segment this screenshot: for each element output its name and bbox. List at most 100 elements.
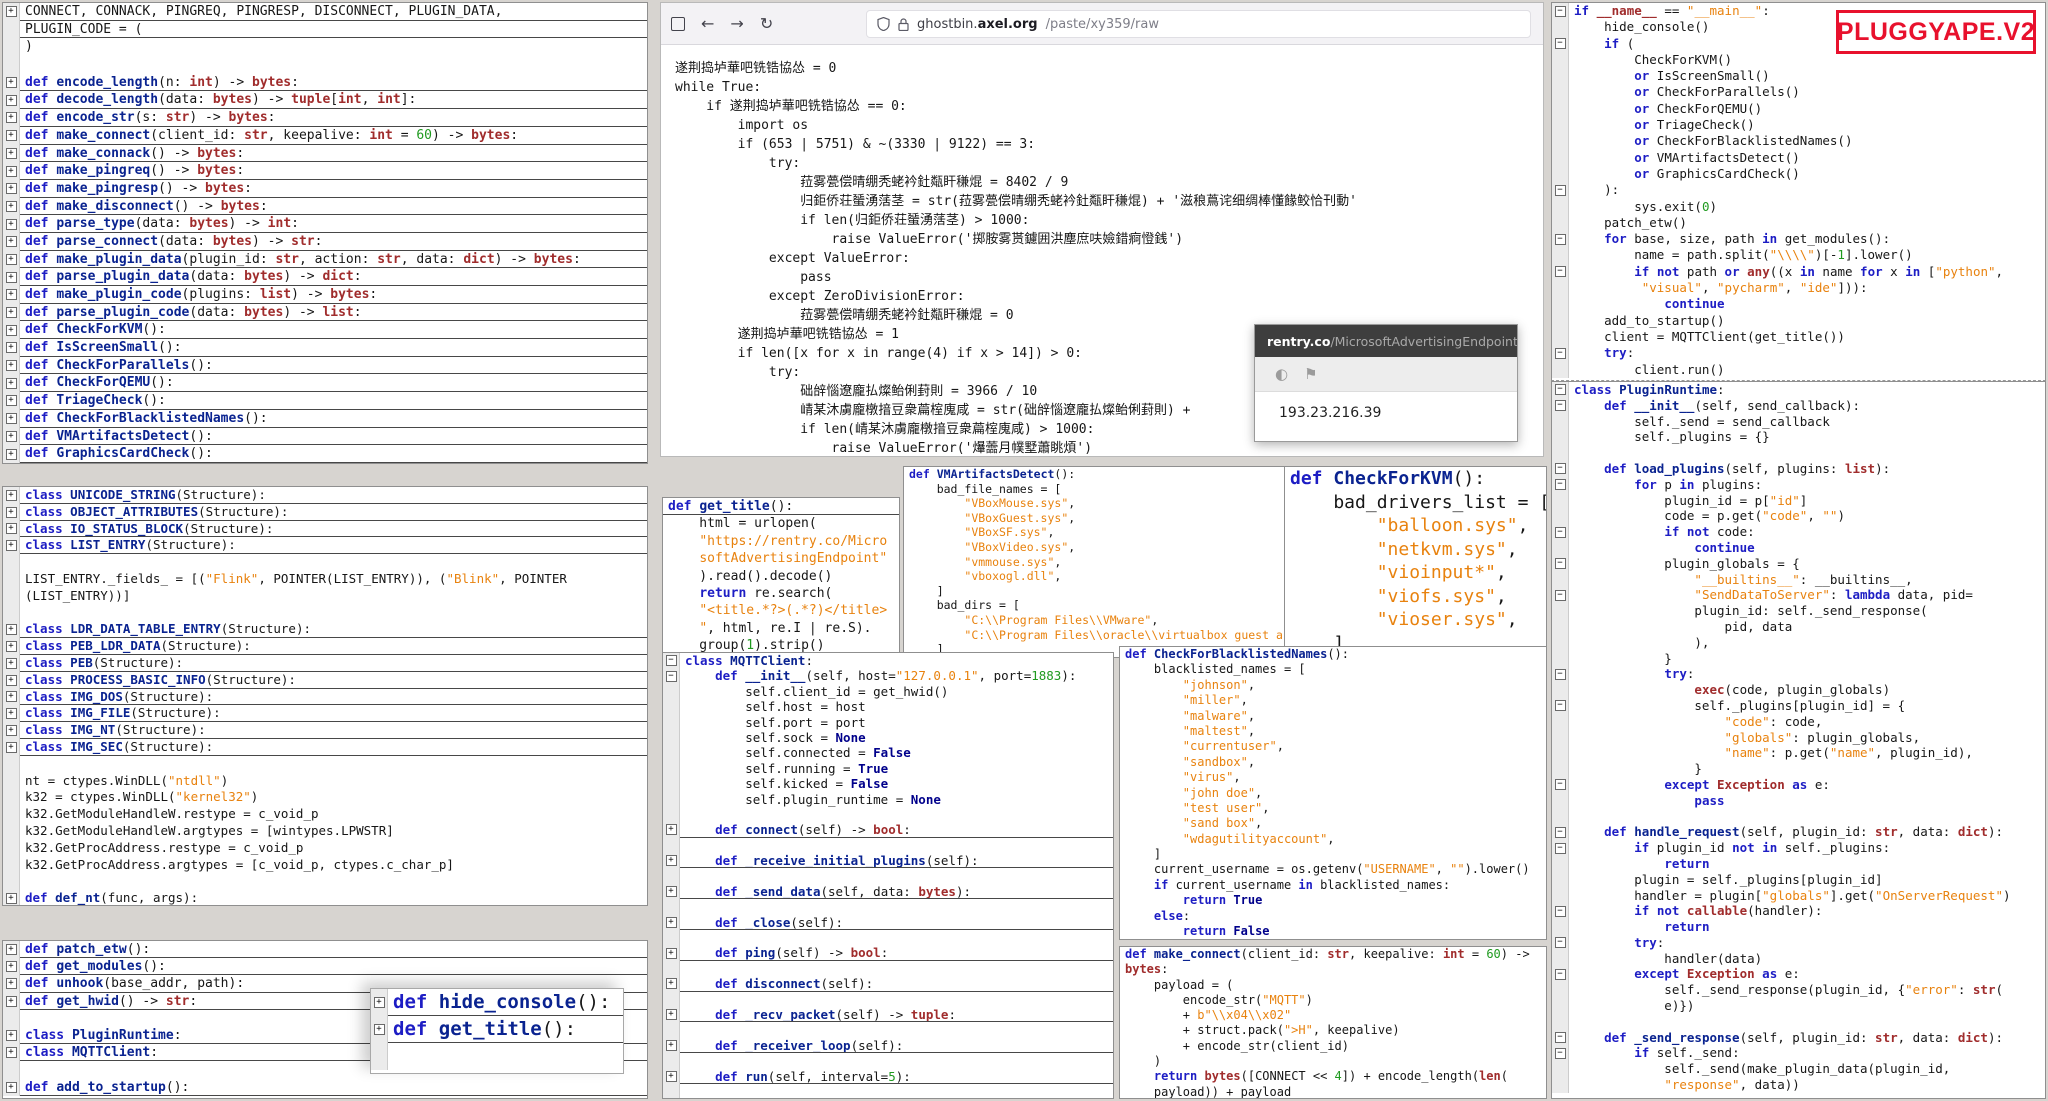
fold-marker[interactable]: + <box>663 884 680 899</box>
fold-marker[interactable]: + <box>3 537 20 554</box>
code-line: handler(data) <box>1552 951 2045 967</box>
flag-icon[interactable]: ⚑ <box>1304 365 1317 383</box>
code-line: "VBoxMouse.sys", <box>904 496 1287 511</box>
fold-marker[interactable]: + <box>371 1016 388 1043</box>
fold-marker[interactable]: − <box>1552 182 1569 198</box>
fold-marker[interactable]: + <box>3 145 20 163</box>
fold-marker[interactable]: + <box>663 853 680 868</box>
fold-marker[interactable]: − <box>1552 666 1569 682</box>
fold-marker[interactable]: − <box>1552 345 1569 361</box>
fold-marker[interactable]: + <box>663 1069 680 1084</box>
fold-marker[interactable]: + <box>663 945 680 960</box>
fold-marker[interactable]: + <box>3 162 20 180</box>
fold-marker[interactable]: − <box>1552 840 1569 856</box>
fold-marker[interactable]: + <box>663 1007 680 1022</box>
fold-marker[interactable]: + <box>663 976 680 991</box>
fold-marker[interactable]: + <box>3 304 20 322</box>
fold-marker[interactable]: − <box>1552 935 1569 951</box>
fold-marker[interactable]: + <box>3 739 20 756</box>
fold-marker[interactable]: − <box>1552 966 1569 982</box>
url-bar[interactable]: ghostbin.axel.org/paste/xy359/raw <box>866 10 1531 38</box>
fold-marker[interactable]: + <box>3 374 20 392</box>
fold-marker[interactable]: + <box>663 822 680 837</box>
fold-marker[interactable]: + <box>3 975 20 992</box>
fold-marker[interactable]: + <box>3 1044 20 1061</box>
fold-marker[interactable]: + <box>3 109 20 127</box>
forward-button[interactable]: → <box>730 16 743 32</box>
fold-marker[interactable]: − <box>1552 382 1569 398</box>
fold-marker[interactable]: + <box>3 487 20 504</box>
code-line: exec(code, plugin_globals) <box>1552 682 2045 698</box>
tab-icon[interactable] <box>671 17 685 31</box>
fold-marker[interactable]: + <box>3 638 20 655</box>
fold-marker[interactable]: + <box>3 286 20 304</box>
fold-marker[interactable]: + <box>3 3 20 21</box>
fold-marker[interactable]: + <box>3 251 20 269</box>
fold-marker[interactable]: − <box>1552 477 1569 493</box>
fold-marker[interactable]: − <box>1552 556 1569 572</box>
fold-marker[interactable]: + <box>3 392 20 410</box>
fold-marker[interactable]: − <box>1552 231 1569 247</box>
fold-marker[interactable]: + <box>663 915 680 930</box>
fold-marker[interactable]: − <box>1552 1045 1569 1061</box>
fold-marker[interactable]: − <box>1552 36 1569 52</box>
fold-marker[interactable]: + <box>3 705 20 722</box>
code-line: +class IMG_NT(Structure): <box>3 722 647 739</box>
fold-marker[interactable]: + <box>3 180 20 198</box>
fold-marker[interactable]: + <box>3 268 20 286</box>
fold-gutter <box>663 730 680 745</box>
fold-marker[interactable]: + <box>3 722 20 739</box>
fold-marker[interactable]: + <box>3 321 20 339</box>
fold-marker[interactable]: − <box>1552 524 1569 540</box>
shield-icon[interactable] <box>877 17 890 31</box>
code-line: − except Exception as e: <box>1552 966 2045 982</box>
fold-marker[interactable]: + <box>3 410 20 428</box>
code-line: PLUGIN_CODE = ( <box>3 21 647 39</box>
fold-marker[interactable]: − <box>1552 1030 1569 1046</box>
code-line: "https://rentry.co/Micro <box>663 533 899 550</box>
fold-marker[interactable]: + <box>3 1027 20 1044</box>
fold-marker[interactable]: + <box>3 74 20 92</box>
contrast-icon[interactable]: ◐ <box>1275 365 1288 383</box>
fold-marker[interactable]: + <box>3 1079 20 1096</box>
fold-marker[interactable]: − <box>1552 903 1569 919</box>
fold-marker[interactable]: + <box>3 91 20 109</box>
back-button[interactable]: ← <box>701 16 714 32</box>
fold-gutter <box>1552 117 1569 133</box>
fold-marker[interactable]: + <box>3 428 20 446</box>
reload-button[interactable]: ↻ <box>760 16 773 32</box>
fold-marker[interactable]: + <box>3 941 20 958</box>
fold-marker[interactable]: + <box>663 1038 680 1053</box>
fold-marker[interactable]: + <box>3 655 20 672</box>
fold-marker[interactable]: − <box>1552 587 1569 603</box>
fold-marker[interactable]: + <box>3 504 20 521</box>
code-line: "viofs.sys", <box>1285 585 1546 609</box>
fold-marker[interactable]: + <box>3 958 20 975</box>
fold-marker[interactable]: + <box>3 233 20 251</box>
fold-marker[interactable]: − <box>1552 461 1569 477</box>
fold-marker[interactable]: + <box>371 989 388 1016</box>
fold-marker[interactable]: − <box>663 668 680 683</box>
fold-marker[interactable]: − <box>1552 698 1569 714</box>
fold-marker[interactable]: + <box>3 127 20 145</box>
code-line: +def CheckForQEMU(): <box>3 374 647 392</box>
fold-marker[interactable]: − <box>1552 3 1569 19</box>
fold-marker[interactable]: + <box>3 621 20 638</box>
code-line <box>663 1053 1113 1068</box>
fold-gutter <box>663 868 680 883</box>
fold-marker[interactable]: + <box>3 357 20 375</box>
fold-marker[interactable]: − <box>663 653 680 668</box>
fold-marker[interactable]: + <box>3 521 20 538</box>
fold-marker[interactable]: − <box>1552 398 1569 414</box>
fold-marker[interactable]: + <box>3 890 20 906</box>
fold-marker[interactable]: + <box>3 445 20 463</box>
fold-marker[interactable]: + <box>3 198 20 216</box>
fold-marker[interactable]: + <box>3 215 20 233</box>
fold-marker[interactable]: − <box>1552 264 1569 280</box>
fold-marker[interactable]: + <box>3 672 20 689</box>
fold-marker[interactable]: − <box>1552 824 1569 840</box>
fold-marker[interactable]: + <box>3 339 20 357</box>
fold-marker[interactable]: + <box>3 993 20 1010</box>
fold-marker[interactable]: + <box>3 689 20 706</box>
fold-marker[interactable]: − <box>1552 777 1569 793</box>
